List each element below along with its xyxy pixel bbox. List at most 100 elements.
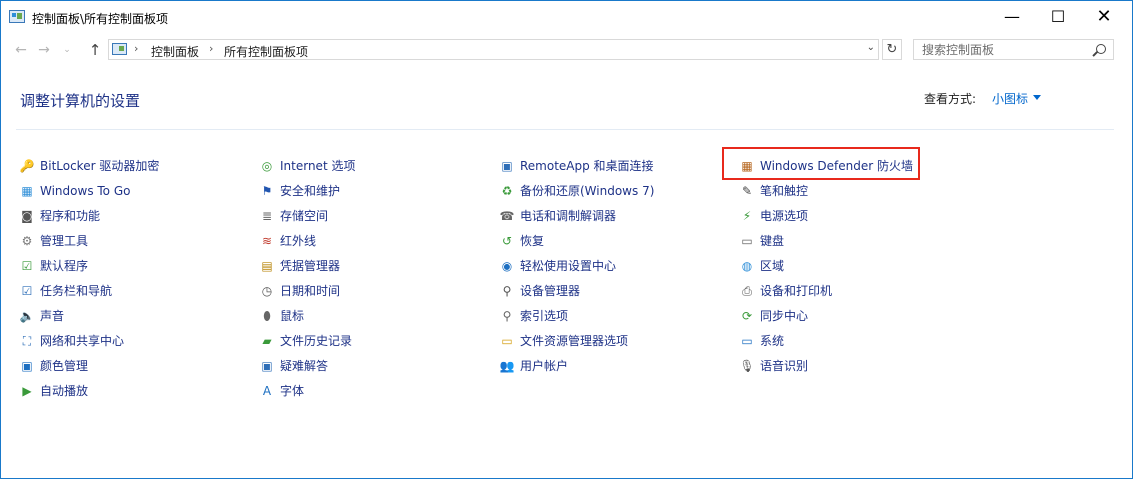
navigation-bar: ← → ⌄ ↑ › 控制面板 › 所有控制面板项 ⌄ ↻: [1, 37, 1132, 63]
title-bar[interactable]: 控制面板\所有控制面板项 — ☐ ✕: [1, 1, 1132, 33]
control-panel-item-label[interactable]: 文件资源管理器选项: [520, 333, 628, 349]
highlight-box: [722, 147, 920, 180]
search-box: [913, 39, 1114, 60]
control-panel-item-label[interactable]: 备份和还原(Windows 7): [520, 183, 654, 199]
network-icon: ⛶: [22, 334, 32, 348]
control-panel-item-label[interactable]: 网络和共享中心: [40, 333, 124, 349]
refresh-button[interactable]: ↻: [882, 39, 902, 60]
control-panel-item-label[interactable]: 程序和功能: [40, 208, 100, 224]
recovery-icon: ↺: [501, 234, 513, 248]
mouse-icon: ⬮: [263, 309, 271, 323]
control-panel-icon: [112, 43, 127, 55]
control-panel-item-label[interactable]: BitLocker 驱动器加密: [40, 158, 159, 174]
control-panel-item-label[interactable]: 颜色管理: [40, 358, 88, 374]
control-panel-window: 控制面板\所有控制面板项 — ☐ ✕ ← → ⌄ ↑ › 控制面板 › 所有控制…: [0, 0, 1133, 479]
microphone-icon: 🎙: [739, 359, 755, 373]
breadcrumb-control-panel[interactable]: 控制面板: [151, 43, 199, 60]
recent-locations-button[interactable]: ⌄: [57, 39, 77, 61]
chevron-down-icon[interactable]: [1033, 95, 1041, 100]
control-panel-item-label[interactable]: 日期和时间: [280, 283, 340, 299]
control-panel-item-label[interactable]: 存储空间: [280, 208, 328, 224]
control-panel-item-label[interactable]: 疑难解答: [280, 358, 328, 374]
default-programs-icon: ☑: [21, 259, 33, 273]
page-title: 调整计算机的设置: [20, 92, 141, 110]
user-accounts-icon: 👥: [499, 359, 515, 373]
search-input[interactable]: [914, 40, 1092, 59]
control-panel-item-label[interactable]: 自动播放: [40, 383, 88, 399]
control-panel-item-label[interactable]: 设备管理器: [520, 283, 580, 299]
breadcrumb-separator[interactable]: ›: [134, 42, 138, 55]
control-panel-item-label[interactable]: 任务栏和导航: [40, 283, 112, 299]
control-panel-item-label[interactable]: 管理工具: [40, 233, 88, 249]
taskbar-icon: ☑: [21, 284, 33, 298]
power-icon: ⚡: [742, 209, 752, 223]
system-icon: ▭: [741, 334, 753, 348]
credential-icon: ▤: [261, 259, 273, 273]
programs-icon: ◙: [21, 209, 33, 223]
control-panel-item-label[interactable]: 恢复: [520, 233, 544, 249]
maximize-button[interactable]: ☐: [1035, 1, 1081, 33]
indexing-icon: ⚲: [502, 309, 512, 323]
speaker-icon: 🔈: [19, 309, 35, 323]
control-panel-item-label[interactable]: 索引选项: [520, 308, 568, 324]
admin-tools-icon: ⚙: [21, 234, 33, 248]
internet-options-icon: ◎: [261, 159, 273, 173]
control-panel-item-label[interactable]: 设备和打印机: [760, 283, 832, 299]
ease-of-access-icon: ◉: [501, 259, 513, 273]
breadcrumb-all-items[interactable]: 所有控制面板项: [224, 43, 308, 60]
close-button[interactable]: ✕: [1081, 1, 1127, 33]
control-panel-item-label[interactable]: 系统: [760, 333, 784, 349]
view-by-label: 查看方式:: [924, 92, 977, 106]
color-management-icon: ▣: [21, 359, 33, 373]
control-panel-item-label[interactable]: RemoteApp 和桌面连接: [520, 158, 654, 174]
header-divider: [16, 129, 1114, 130]
view-by-dropdown[interactable]: 小图标: [992, 90, 1028, 107]
file-history-icon: ▰: [262, 334, 272, 348]
control-panel-item-label[interactable]: 电话和调制解调器: [520, 208, 616, 224]
window-title: 控制面板\所有控制面板项: [32, 12, 169, 26]
control-panel-item-label[interactable]: Internet 选项: [280, 158, 355, 174]
address-dropdown-button[interactable]: ⌄: [867, 42, 875, 53]
control-panel-item-label[interactable]: 字体: [280, 383, 304, 399]
control-panel-item-label[interactable]: 同步中心: [760, 308, 808, 324]
control-panel-item-label[interactable]: 默认程序: [40, 258, 88, 274]
control-panel-item-label[interactable]: 用户帐户: [520, 358, 568, 374]
minimize-button[interactable]: —: [989, 1, 1035, 33]
up-button[interactable]: ↑: [85, 39, 105, 61]
autoplay-icon: ▶: [22, 384, 32, 398]
key-lock-icon: 🔑: [19, 159, 35, 173]
keyboard-icon: ▭: [741, 234, 753, 248]
control-panel-icon: [9, 10, 25, 23]
control-panel-item-label[interactable]: 红外线: [280, 233, 316, 249]
address-bar[interactable]: › 控制面板 › 所有控制面板项 ⌄: [108, 39, 879, 60]
windows-usb-icon: ▦: [21, 184, 33, 198]
device-manager-icon: ⚲: [502, 284, 512, 298]
back-button[interactable]: ←: [11, 39, 31, 61]
control-panel-item-label[interactable]: 区域: [760, 258, 784, 274]
search-icon[interactable]: [1096, 44, 1106, 54]
control-panel-item-label[interactable]: 语音识别: [760, 358, 808, 374]
control-panel-item-label[interactable]: 安全和维护: [280, 183, 340, 199]
storage-icon: ≣: [261, 209, 273, 223]
control-panel-item-label[interactable]: 鼠标: [280, 308, 304, 324]
font-icon: A: [262, 384, 272, 398]
control-panel-item-label[interactable]: 声音: [40, 308, 64, 324]
control-panel-item-label[interactable]: 笔和触控: [760, 183, 808, 199]
control-panel-item-label[interactable]: 凭据管理器: [280, 258, 340, 274]
sync-icon: ⟳: [741, 309, 753, 323]
infrared-icon: ≋: [261, 234, 273, 248]
control-panel-item-label[interactable]: Windows To Go: [40, 183, 130, 199]
flag-icon: ⚑: [261, 184, 273, 198]
printer-icon: ⎙: [742, 284, 752, 298]
control-panel-item-label[interactable]: 电源选项: [760, 208, 808, 224]
breadcrumb-separator[interactable]: ›: [209, 42, 213, 55]
phone-modem-icon: ☎: [499, 209, 515, 223]
remoteapp-icon: ▣: [501, 159, 513, 173]
globe-icon: ◍: [741, 259, 753, 273]
control-panel-item-label[interactable]: 轻松使用设置中心: [520, 258, 616, 274]
forward-button[interactable]: →: [34, 39, 54, 61]
folder-options-icon: ▭: [501, 334, 513, 348]
control-panel-item-label[interactable]: 文件历史记录: [280, 333, 352, 349]
control-panel-item-label[interactable]: 键盘: [760, 233, 784, 249]
troubleshoot-icon: ▣: [261, 359, 273, 373]
